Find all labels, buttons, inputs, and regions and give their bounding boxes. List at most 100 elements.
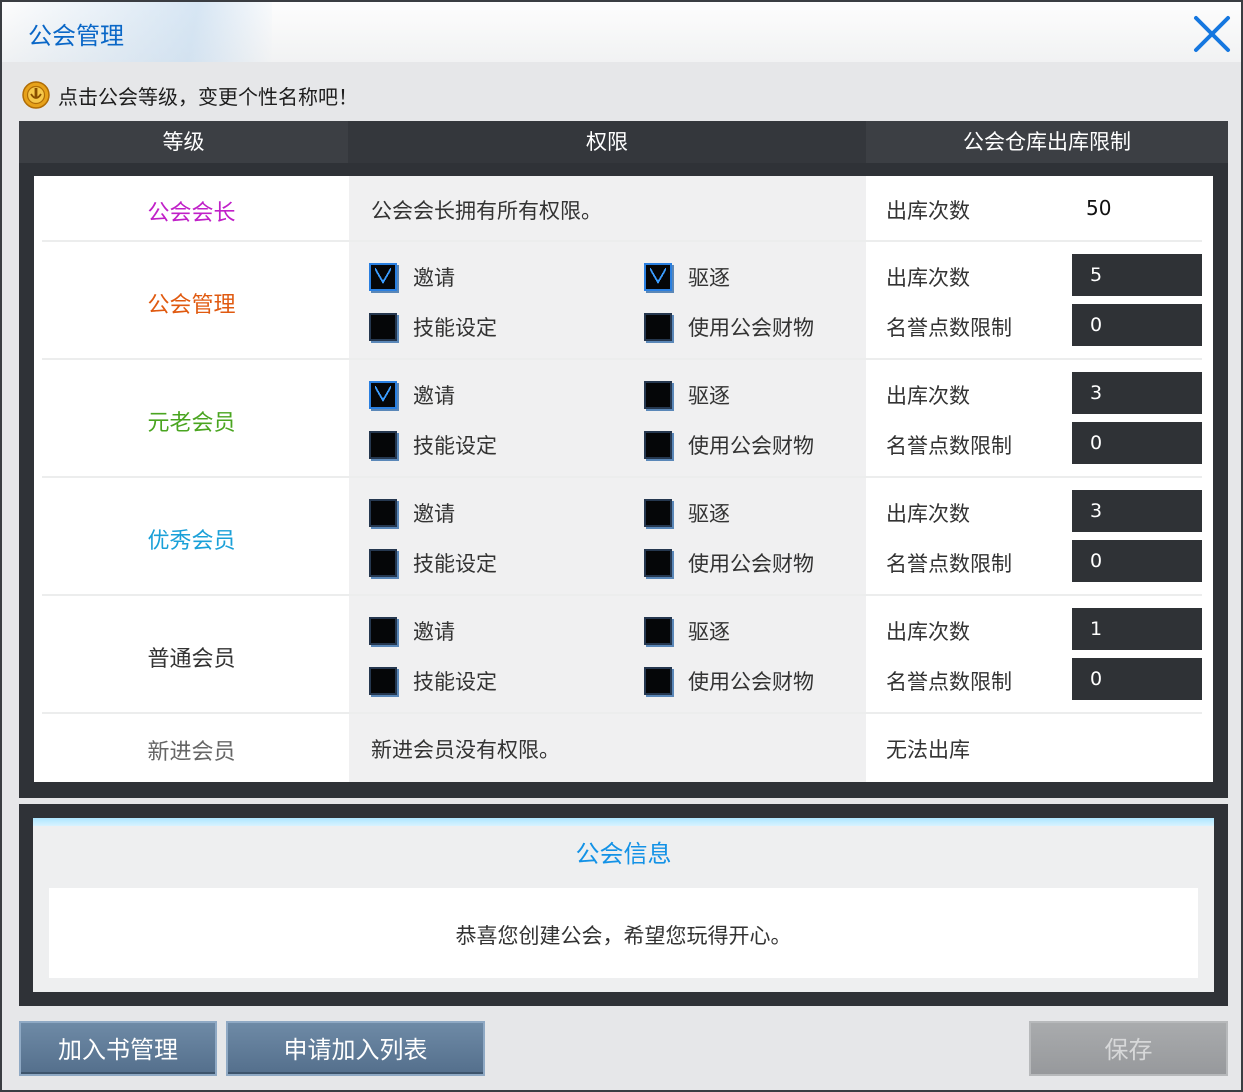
perm-skill-setting[interactable]: 技能设定 (369, 548, 497, 578)
perm-use-guild-assets[interactable]: 使用公会财物 (644, 312, 814, 342)
perm-label: 技能设定 (413, 552, 497, 576)
row-divider (42, 240, 1202, 242)
grade-name-regular[interactable]: 普通会员 (34, 641, 349, 673)
guild-management-window: 公会管理 点击公会等级，变更个性名称吧！ 等级 权限 公会仓库出库限制 公会会长… (0, 0, 1243, 1092)
perm-expel[interactable]: 驱逐 (644, 498, 730, 528)
leader-count-label: 出库次数 (886, 199, 970, 223)
row-divider (42, 358, 1202, 360)
guild-badge-icon (22, 81, 50, 109)
checkbox[interactable] (369, 313, 397, 341)
grade-name-elder[interactable]: 元老会员 (34, 405, 349, 437)
count-label: 出库次数 (886, 502, 970, 526)
perm-skill-setting[interactable]: 技能设定 (369, 312, 497, 342)
guild-notice-box[interactable]: 恭喜您创建公会，希望您玩得开心。 (49, 888, 1198, 978)
leader-permission-desc: 公会会长拥有所有权限。 (371, 199, 602, 223)
honor-input[interactable]: 0 (1072, 540, 1202, 582)
perm-use-guild-assets[interactable]: 使用公会财物 (644, 548, 814, 578)
count-input[interactable]: 1 (1072, 608, 1202, 650)
guild-notice-text: 恭喜您创建公会，希望您玩得开心。 (455, 924, 792, 948)
perm-label: 驱逐 (688, 620, 730, 644)
newbie-permission-desc: 新进会员没有权限。 (371, 738, 560, 762)
grade-name-manager[interactable]: 公会管理 (34, 287, 349, 319)
checkbox[interactable] (644, 381, 672, 409)
guild-info-title: 公会信息 (575, 840, 672, 868)
header-warehouse-limit: 公会仓库出库限制 (866, 121, 1228, 163)
perm-invite[interactable]: 邀请 (369, 262, 455, 292)
count-label: 出库次数 (886, 266, 970, 290)
perm-invite[interactable]: 邀请 (369, 498, 455, 528)
perm-label: 邀请 (413, 502, 455, 526)
window-title: 公会管理 (28, 22, 124, 50)
newbie-limit-text: 无法出库 (886, 738, 970, 762)
grade-name-newbie[interactable]: 新进会员 (34, 734, 349, 766)
grade-name-leader[interactable]: 公会会长 (34, 195, 349, 227)
perm-label: 使用公会财物 (688, 670, 814, 694)
grade-permission-panel: 等级 权限 公会仓库出库限制 公会会长 公会会长拥有所有权限。 出库次数 50 … (19, 121, 1228, 798)
row-divider (42, 476, 1202, 478)
info-accent-bar (33, 818, 1214, 826)
row-divider (42, 594, 1202, 596)
perm-label: 技能设定 (413, 316, 497, 340)
perm-label: 邀请 (413, 266, 455, 290)
honor-label: 名誉点数限制 (886, 552, 1012, 576)
apply-list-button[interactable]: 申请加入列表 (226, 1021, 485, 1076)
perm-label: 驱逐 (688, 384, 730, 408)
count-label: 出库次数 (886, 620, 970, 644)
row-divider (42, 712, 1202, 714)
checkbox[interactable] (369, 431, 397, 459)
checkbox[interactable] (369, 381, 397, 409)
honor-label: 名誉点数限制 (886, 316, 1012, 340)
checkbox[interactable] (644, 499, 672, 527)
count-input[interactable]: 3 (1072, 372, 1202, 414)
perm-skill-setting[interactable]: 技能设定 (369, 430, 497, 460)
perm-invite[interactable]: 邀请 (369, 616, 455, 646)
checkbox[interactable] (369, 549, 397, 577)
honor-input[interactable]: 0 (1072, 422, 1202, 464)
honor-label: 名誉点数限制 (886, 670, 1012, 694)
perm-use-guild-assets[interactable]: 使用公会财物 (644, 430, 814, 460)
checkbox[interactable] (644, 431, 672, 459)
checkbox[interactable] (644, 667, 672, 695)
close-button[interactable] (1188, 10, 1236, 58)
header-grade: 等级 (19, 121, 348, 163)
save-button[interactable]: 保存 (1029, 1021, 1228, 1076)
perm-expel[interactable]: 驱逐 (644, 616, 730, 646)
perm-label: 驱逐 (688, 502, 730, 526)
title-bar: 公会管理 (2, 2, 1241, 62)
leader-count-value: 50 (1086, 196, 1112, 220)
perm-invite[interactable]: 邀请 (369, 380, 455, 410)
checkbox[interactable] (369, 263, 397, 291)
guild-info-panel: 公会信息 恭喜您创建公会，希望您玩得开心。 (19, 804, 1228, 1006)
perm-label: 使用公会财物 (688, 552, 814, 576)
perm-use-guild-assets[interactable]: 使用公会财物 (644, 666, 814, 696)
count-input[interactable]: 5 (1072, 254, 1202, 296)
checkbox[interactable] (369, 667, 397, 695)
checkbox[interactable] (644, 617, 672, 645)
perm-skill-setting[interactable]: 技能设定 (369, 666, 497, 696)
perm-label: 驱逐 (688, 266, 730, 290)
perm-label: 邀请 (413, 620, 455, 644)
checkbox[interactable] (644, 549, 672, 577)
honor-label: 名誉点数限制 (886, 434, 1012, 458)
header-permissions: 权限 (348, 121, 866, 163)
honor-input[interactable]: 0 (1072, 304, 1202, 346)
checkbox[interactable] (369, 617, 397, 645)
count-input[interactable]: 3 (1072, 490, 1202, 532)
checkbox[interactable] (644, 263, 672, 291)
perm-expel[interactable]: 驱逐 (644, 262, 730, 292)
guild-info-inner: 公会信息 恭喜您创建公会，希望您玩得开心。 (33, 818, 1214, 992)
perm-label: 使用公会财物 (688, 434, 814, 458)
honor-input[interactable]: 0 (1072, 658, 1202, 700)
close-x-icon (1194, 16, 1230, 52)
hint-row: 点击公会等级，变更个性名称吧！ (22, 80, 358, 110)
perm-label: 邀请 (413, 384, 455, 408)
book-manage-button[interactable]: 加入书管理 (19, 1021, 217, 1076)
perm-label: 技能设定 (413, 434, 497, 458)
grade-name-excellent[interactable]: 优秀会员 (34, 523, 349, 555)
checkbox[interactable] (644, 313, 672, 341)
checkbox[interactable] (369, 499, 397, 527)
grade-table: 公会会长 公会会长拥有所有权限。 出库次数 50 公会管理 邀请 驱逐 技能设定… (34, 176, 1213, 782)
perm-label: 技能设定 (413, 670, 497, 694)
perm-expel[interactable]: 驱逐 (644, 380, 730, 410)
count-label: 出库次数 (886, 384, 970, 408)
